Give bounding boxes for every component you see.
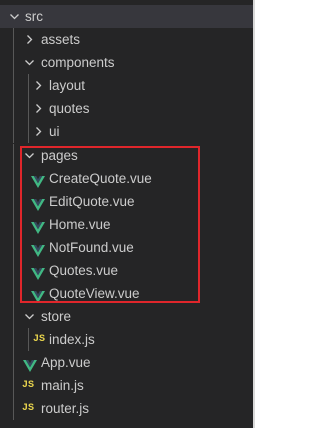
vue-file-icon [31,264,45,280]
indent-guide [13,51,14,74]
indent-guide [13,259,14,282]
chevron-right-icon [24,28,36,51]
file-label: NotFound.vue [49,240,134,255]
indent-guide [13,305,14,328]
indent-guide [13,167,14,190]
tree-folder-src[interactable]: src [0,5,253,28]
tree-folder-assets[interactable]: assets [0,28,253,51]
folder-label: store [41,309,72,324]
vue-file-icon [31,241,45,257]
indent-guide [13,213,14,236]
indent-guide [13,351,14,374]
tree-file-router-js[interactable]: JS router.js [0,397,253,420]
tree-file-app-vue[interactable]: App.vue [0,351,253,374]
file-label: index.js [49,332,95,347]
folder-label: components [41,55,115,70]
indent-guide [28,74,29,97]
vue-file-icon [31,287,45,303]
file-label: Home.vue [49,217,111,232]
tree-file-editquote[interactable]: EditQuote.vue [0,190,253,213]
indent-guide [28,328,29,351]
chevron-right-icon [33,97,45,120]
tree-file-quotes[interactable]: Quotes.vue [0,259,253,282]
folder-label: src [25,9,43,24]
file-label: main.js [41,378,84,393]
file-label: EditQuote.vue [49,194,135,209]
chevron-right-icon [33,74,45,97]
indent-guide [13,28,14,51]
file-label: App.vue [41,355,91,370]
chevron-down-icon [24,144,36,167]
tree-file-main-js[interactable]: JS main.js [0,374,253,397]
folder-label: assets [41,32,81,47]
indent-guide [13,397,14,420]
indent-guide [13,97,14,120]
tree-file-home[interactable]: Home.vue [0,213,253,236]
indent-guide [13,74,14,97]
tree-folder-layout[interactable]: layout [0,74,253,97]
tree-folder-store[interactable]: store [0,305,253,328]
folder-label: ui [49,124,60,139]
vue-file-icon [23,356,37,372]
chevron-down-icon [9,5,21,28]
file-explorer: src assets components layout quotes ui p… [0,0,255,428]
indent-guide [13,282,14,305]
indent-guide [13,190,14,213]
file-label: router.js [41,401,90,416]
tree-folder-ui[interactable]: ui [0,120,253,143]
tree-file-index-js[interactable]: JS index.js [0,328,253,351]
tree-folder-pages[interactable]: pages [0,144,253,167]
tree-file-createquote[interactable]: CreateQuote.vue [0,167,253,190]
file-label: CreateQuote.vue [49,171,152,186]
file-label: Quotes.vue [49,263,119,278]
indent-guide [28,120,29,143]
js-file-icon: JS [22,380,35,391]
vue-file-icon [31,172,45,188]
indent-guide [13,236,14,259]
indent-guide [13,328,14,351]
chevron-right-icon [33,120,45,143]
file-label: QuoteView.vue [49,286,140,301]
vue-file-icon [31,218,45,234]
vue-file-icon [31,195,45,211]
indent-guide [13,374,14,397]
tree-file-quoteview[interactable]: QuoteView.vue [0,282,253,305]
tree-file-notfound[interactable]: NotFound.vue [0,236,253,259]
chevron-down-icon [24,51,36,74]
js-file-icon: JS [33,334,46,345]
indent-guide [13,120,14,143]
indent-guide [28,97,29,120]
tree-folder-quotes[interactable]: quotes [0,97,253,120]
js-file-icon: JS [22,403,35,414]
indent-guide [13,144,14,167]
chevron-down-icon [24,305,36,328]
tree-folder-components[interactable]: components [0,51,253,74]
folder-label: layout [49,78,86,93]
folder-label: quotes [49,101,90,116]
folder-label: pages [41,148,78,163]
